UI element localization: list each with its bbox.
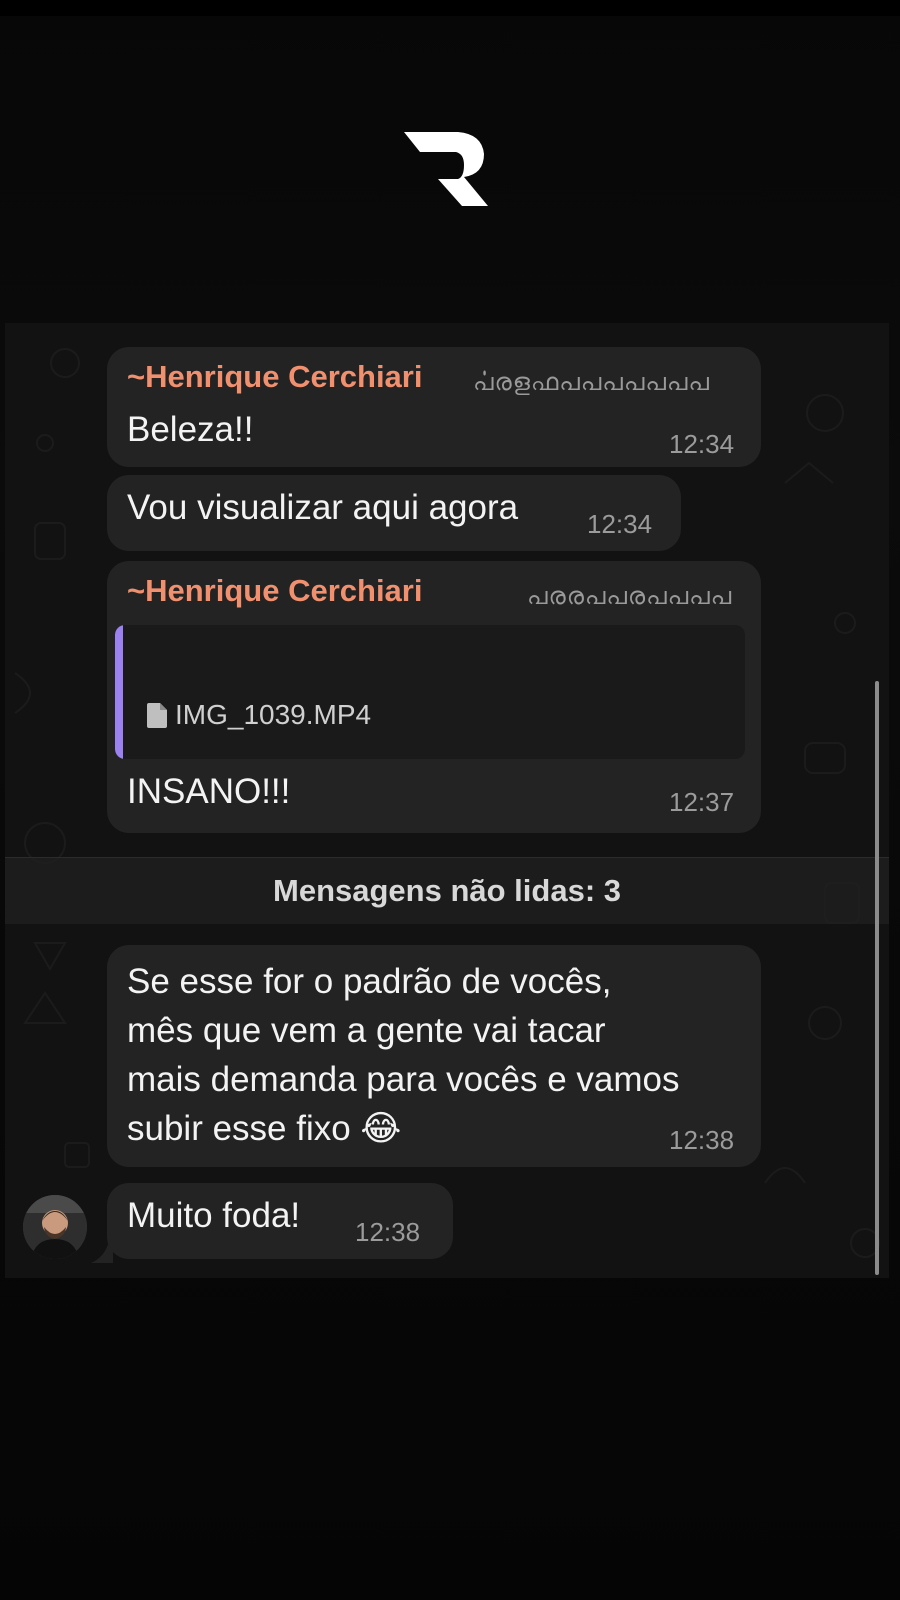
unread-count-text: Mensagens não lidas: 3: [273, 873, 621, 908]
message-bubble[interactable]: Vou visualizar aqui agora 12:34: [107, 475, 681, 551]
top-band: [0, 0, 900, 16]
message-text: Se esse for o padrão de vocês, mês que v…: [127, 957, 680, 1153]
message-bubble[interactable]: Muito foda! 12:38: [107, 1183, 453, 1259]
obscured-phone-number: പരരപപരപപപപ: [527, 583, 733, 610]
message-line: subir esse fixo 😂: [127, 1109, 402, 1148]
quoted-file-name: IMG_1039.MP4: [175, 699, 372, 730]
message-time: 12:38: [355, 1217, 421, 1247]
message-time: 12:37: [669, 787, 735, 817]
chat-view[interactable]: ~Henrique Cerchiari ൎപരളഫപപപപപപപ Beleza!…: [5, 323, 889, 1278]
message-bubble[interactable]: ~Henrique Cerchiari ൎപരളഫപപപപപപപ Beleza!…: [107, 347, 761, 467]
sender-name[interactable]: ~Henrique Cerchiari: [127, 359, 422, 395]
message-time: 12:38: [669, 1125, 735, 1155]
avatar[interactable]: [23, 1195, 87, 1259]
scrollbar[interactable]: [875, 681, 879, 1275]
file-icon: [147, 703, 167, 728]
message-line: mais demanda para vocês e vamos: [127, 1060, 680, 1099]
message-time: 12:34: [669, 429, 735, 459]
message-text: Muito foda!: [127, 1196, 301, 1235]
message-text: Beleza!!: [127, 410, 254, 449]
avatar-image: [23, 1195, 87, 1259]
obscured-phone-number: ൎപരളഫപപപപപപപ: [473, 369, 710, 396]
sender-name[interactable]: ~Henrique Cerchiari: [127, 573, 422, 609]
quoted-message[interactable]: IMG_1039.MP4: [115, 625, 745, 759]
message-bubble[interactable]: Se esse for o padrão de vocês, mês que v…: [107, 945, 761, 1167]
logo-icon: [404, 132, 488, 206]
message-text: INSANO!!!: [127, 772, 291, 811]
message-text: Vou visualizar aqui agora: [127, 488, 519, 527]
message-line: Se esse for o padrão de vocês,: [127, 962, 612, 1001]
message-time: 12:34: [587, 509, 653, 539]
quote-accent-bar: [115, 625, 123, 759]
message-line: mês que vem a gente vai tacar: [127, 1011, 606, 1050]
message-bubble[interactable]: ~Henrique Cerchiari പരരപപരപപപപ IMG_1039.…: [107, 561, 761, 833]
unread-divider: Mensagens não lidas: 3: [5, 857, 889, 924]
screen: ~Henrique Cerchiari ൎപരളഫപപപപപപപ Beleza!…: [0, 0, 900, 1600]
